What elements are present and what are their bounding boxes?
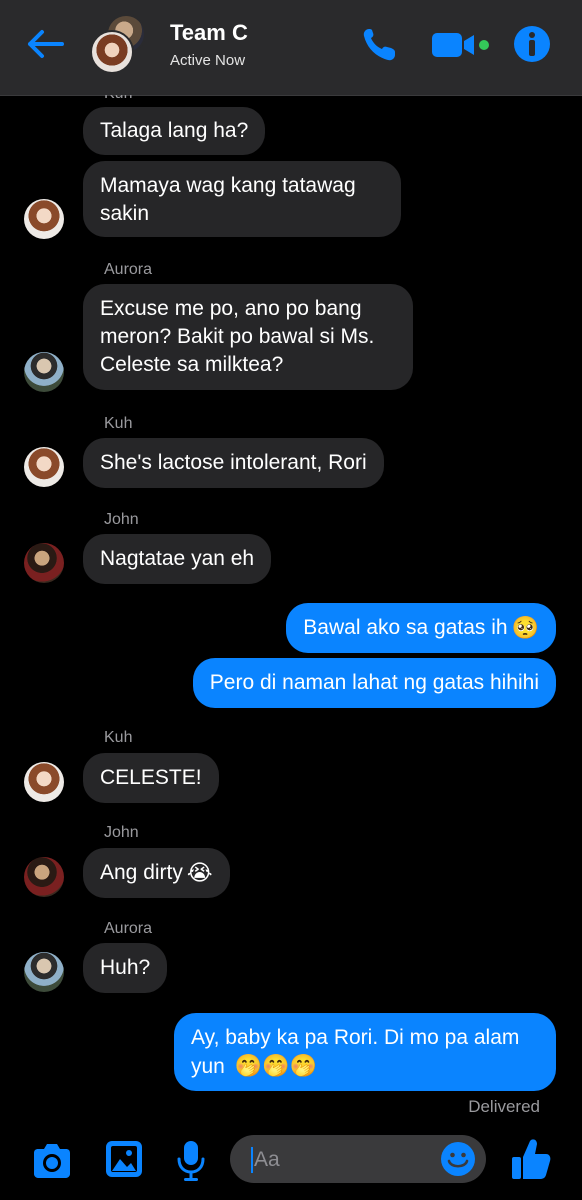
avatar[interactable] (24, 543, 64, 583)
message-input-container[interactable] (230, 1135, 486, 1183)
image-gallery-icon[interactable] (104, 1139, 144, 1179)
avatar[interactable] (24, 199, 64, 239)
message-text: Huh? (100, 956, 151, 979)
message-bubble[interactable]: Huh? (83, 943, 168, 993)
message-bubble[interactable]: Mamaya wag kang tatawag sakin (83, 161, 401, 237)
message-bubble[interactable]: Ay, baby ka pa Rori. Di mo pa alam yun 🤭… (174, 1013, 556, 1091)
message-text: Nagtatae yan eh (100, 547, 255, 570)
pleading-face-emoji: 🥺 (511, 615, 539, 640)
message-text: Talaga lang ha? (100, 119, 249, 142)
camera-icon[interactable] (30, 1141, 74, 1181)
message-text: Ang dirty (100, 861, 183, 884)
message-bubble[interactable]: Bawal ako sa gatas ih 🥺 (286, 603, 556, 653)
member-avatar (90, 30, 134, 74)
sender-name: Aurora (104, 920, 153, 937)
message-text: Pero di naman lahat ng gatas hihihi (209, 671, 539, 694)
avatar[interactable] (24, 952, 64, 992)
smiley-icon[interactable] (440, 1141, 476, 1177)
sender-name: John (104, 511, 139, 528)
info-icon[interactable] (512, 24, 552, 64)
chat-title[interactable]: Team C (170, 20, 248, 46)
avatar[interactable] (24, 447, 64, 487)
message-bubble[interactable]: She's lactose intolerant, Rori (83, 438, 384, 488)
delivery-receipt: Delivered (468, 1097, 540, 1116)
group-avatar[interactable] (90, 14, 150, 74)
sender-name: Kuh (104, 95, 132, 103)
sender-name: Kuh (104, 729, 133, 746)
thumbs-up-icon[interactable] (510, 1137, 552, 1181)
message-bubble[interactable]: Excuse me po, ano po bang meron? Bakit p… (83, 284, 413, 390)
crying-face-emoji: 😭 (186, 860, 213, 885)
video-camera-icon[interactable] (430, 28, 492, 62)
message-bubble[interactable]: Talaga lang ha? (83, 107, 266, 155)
avatar[interactable] (24, 857, 64, 897)
message-text: Excuse me po, ano po bang meron? Bakit p… (100, 297, 375, 376)
sender-name: John (104, 824, 139, 841)
message-text: Mamaya wag kang tatawag sakin (100, 174, 356, 225)
microphone-icon[interactable] (174, 1139, 208, 1183)
sender-name: Aurora (104, 261, 153, 278)
message-thread[interactable]: Kuh Talaga lang ha? Mamaya wag kang tata… (0, 95, 582, 1125)
message-bubble[interactable]: CELESTE! (83, 753, 219, 803)
message-bubble[interactable]: Nagtatae yan eh (83, 534, 272, 584)
sender-name: Kuh (104, 415, 133, 432)
message-text: Bawal ako sa gatas ih (303, 616, 508, 639)
hand-over-mouth-emoji: 🤭🤭🤭 (234, 1052, 317, 1078)
message-bubble[interactable]: Ang dirty 😭 (83, 848, 230, 898)
chat-header: Team C Active Now (0, 0, 582, 96)
message-input[interactable] (252, 1143, 436, 1177)
message-composer (0, 1125, 582, 1200)
message-bubble[interactable]: Pero di naman lahat ng gatas hihihi (192, 658, 556, 708)
avatar[interactable] (24, 762, 64, 802)
message-text: She's lactose intolerant, Rori (100, 451, 367, 474)
message-text: CELESTE! (100, 766, 202, 789)
phone-icon[interactable] (360, 26, 400, 62)
avatar[interactable] (24, 352, 64, 392)
active-status: Active Now (170, 52, 246, 69)
back-arrow-icon[interactable] (26, 28, 66, 60)
